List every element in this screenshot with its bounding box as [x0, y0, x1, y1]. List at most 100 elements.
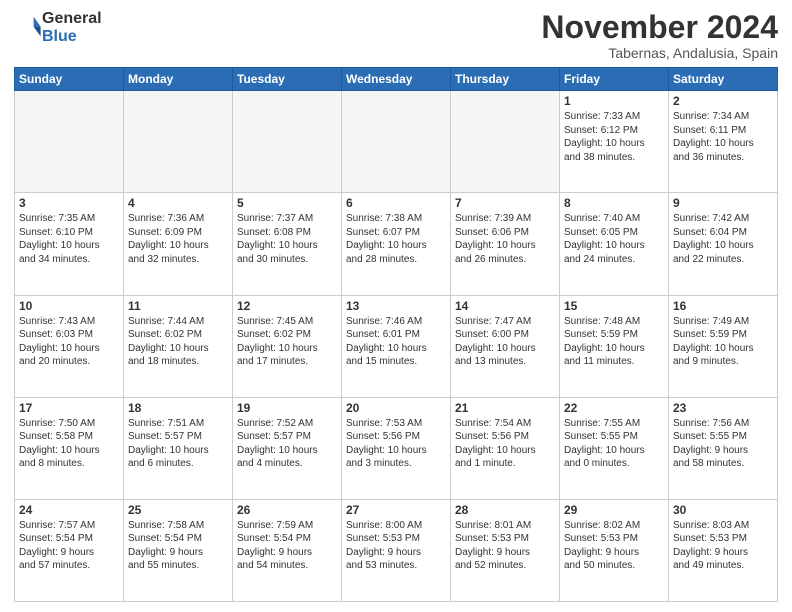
- calendar-cell: 24 Sunrise: 7:57 AM Sunset: 5:54 PM Dayli…: [15, 499, 124, 601]
- calendar-cell: 8Sunrise: 7:40 AM Sunset: 6:05 PM Daylig…: [560, 193, 669, 295]
- day-number: 26: [237, 503, 337, 517]
- calendar-cell: 23Sunrise: 7:56 AM Sunset: 5:55 PM Dayli…: [669, 397, 778, 499]
- day-number: 10: [19, 299, 119, 313]
- day-info: Sunrise: 7:43 AM Sunset: 6:03 PM Dayligh…: [19, 315, 119, 369]
- day-info: Sunrise: 7:44 AM Sunset: 6:02 PM Dayligh…: [128, 315, 228, 369]
- day-number: 13: [346, 299, 446, 313]
- day-info: Sunrise: 7:36 AM Sunset: 6:09 PM Dayligh…: [128, 212, 228, 266]
- day-number: 22: [564, 401, 664, 415]
- day-number: 19: [237, 401, 337, 415]
- day-info: Sunrise: 7:49 AM Sunset: 5:59 PM Dayligh…: [673, 315, 773, 369]
- calendar-cell: 29Sunrise: 8:02 AM Sunset: 5:53 PM Dayli…: [560, 499, 669, 601]
- week-row-1: 3 Sunrise: 7:35 AM Sunset: 6:10 PM Daylig…: [15, 193, 778, 295]
- day-info: Sunrise: 8:01 AM Sunset: 5:53 PM Dayligh…: [455, 519, 555, 573]
- day-info: Sunrise: 7:35 AM Sunset: 6:10 PM Dayligh…: [19, 212, 119, 266]
- calendar-cell: 4 Sunrise: 7:36 AM Sunset: 6:09 PM Daylig…: [124, 193, 233, 295]
- weekday-header-tuesday: Tuesday: [233, 68, 342, 91]
- day-info: Sunrise: 7:57 AM Sunset: 5:54 PM Dayligh…: [19, 519, 119, 573]
- calendar-cell: [342, 91, 451, 193]
- day-info: Sunrise: 7:45 AM Sunset: 6:02 PM Dayligh…: [237, 315, 337, 369]
- location: Tabernas, Andalusia, Spain: [541, 45, 778, 61]
- calendar-cell: 22Sunrise: 7:55 AM Sunset: 5:55 PM Dayli…: [560, 397, 669, 499]
- day-number: 20: [346, 401, 446, 415]
- calendar-cell: 20 Sunrise: 7:53 AM Sunset: 5:56 PM Dayli…: [342, 397, 451, 499]
- calendar-cell: 14Sunrise: 7:47 AM Sunset: 6:00 PM Dayli…: [451, 295, 560, 397]
- day-number: 4: [128, 196, 228, 210]
- day-info: Sunrise: 8:03 AM Sunset: 5:53 PM Dayligh…: [673, 519, 773, 573]
- calendar-cell: 5Sunrise: 7:37 AM Sunset: 6:08 PM Daylig…: [233, 193, 342, 295]
- day-number: 28: [455, 503, 555, 517]
- day-info: Sunrise: 7:53 AM Sunset: 5:56 PM Dayligh…: [346, 417, 446, 471]
- calendar-cell: 19 Sunrise: 7:52 AM Sunset: 5:57 PM Dayli…: [233, 397, 342, 499]
- calendar-cell: 17 Sunrise: 7:50 AM Sunset: 5:58 PM Dayli…: [15, 397, 124, 499]
- day-info: Sunrise: 7:38 AM Sunset: 6:07 PM Dayligh…: [346, 212, 446, 266]
- day-info: Sunrise: 7:59 AM Sunset: 5:54 PM Dayligh…: [237, 519, 337, 573]
- calendar-cell: [124, 91, 233, 193]
- week-row-3: 17 Sunrise: 7:50 AM Sunset: 5:58 PM Dayli…: [15, 397, 778, 499]
- day-number: 17: [19, 401, 119, 415]
- page: General Blue November 2024 Tabernas, And…: [0, 0, 792, 612]
- day-info: Sunrise: 7:54 AM Sunset: 5:56 PM Dayligh…: [455, 417, 555, 471]
- day-number: 25: [128, 503, 228, 517]
- calendar-table: SundayMondayTuesdayWednesdayThursdayFrid…: [14, 67, 778, 602]
- calendar-cell: [451, 91, 560, 193]
- calendar-cell: 3 Sunrise: 7:35 AM Sunset: 6:10 PM Daylig…: [15, 193, 124, 295]
- day-number: 12: [237, 299, 337, 313]
- header: General Blue November 2024 Tabernas, And…: [14, 10, 778, 61]
- day-number: 27: [346, 503, 446, 517]
- day-info: Sunrise: 7:39 AM Sunset: 6:06 PM Dayligh…: [455, 212, 555, 266]
- day-info: Sunrise: 7:51 AM Sunset: 5:57 PM Dayligh…: [128, 417, 228, 471]
- day-number: 5: [237, 196, 337, 210]
- day-info: Sunrise: 8:02 AM Sunset: 5:53 PM Dayligh…: [564, 519, 664, 573]
- calendar-cell: 25 Sunrise: 7:58 AM Sunset: 5:54 PM Dayli…: [124, 499, 233, 601]
- calendar-cell: [233, 91, 342, 193]
- day-info: Sunrise: 7:48 AM Sunset: 5:59 PM Dayligh…: [564, 315, 664, 369]
- calendar-cell: 27 Sunrise: 8:00 AM Sunset: 5:53 PM Dayli…: [342, 499, 451, 601]
- day-number: 8: [564, 196, 664, 210]
- day-info: Sunrise: 7:47 AM Sunset: 6:00 PM Dayligh…: [455, 315, 555, 369]
- calendar-cell: [15, 91, 124, 193]
- day-number: 24: [19, 503, 119, 517]
- day-info: Sunrise: 7:56 AM Sunset: 5:55 PM Dayligh…: [673, 417, 773, 471]
- calendar-cell: 10 Sunrise: 7:43 AM Sunset: 6:03 PM Dayli…: [15, 295, 124, 397]
- calendar-cell: 7 Sunrise: 7:39 AM Sunset: 6:06 PM Daylig…: [451, 193, 560, 295]
- calendar-cell: 28 Sunrise: 8:01 AM Sunset: 5:53 PM Dayli…: [451, 499, 560, 601]
- calendar-cell: 30 Sunrise: 8:03 AM Sunset: 5:53 PM Dayli…: [669, 499, 778, 601]
- day-info: Sunrise: 7:34 AM Sunset: 6:11 PM Dayligh…: [673, 110, 773, 164]
- calendar-cell: 1Sunrise: 7:33 AM Sunset: 6:12 PM Daylig…: [560, 91, 669, 193]
- calendar-cell: 16Sunrise: 7:49 AM Sunset: 5:59 PM Dayli…: [669, 295, 778, 397]
- calendar-cell: 15Sunrise: 7:48 AM Sunset: 5:59 PM Dayli…: [560, 295, 669, 397]
- day-info: Sunrise: 7:58 AM Sunset: 5:54 PM Dayligh…: [128, 519, 228, 573]
- day-number: 11: [128, 299, 228, 313]
- day-info: Sunrise: 7:46 AM Sunset: 6:01 PM Dayligh…: [346, 315, 446, 369]
- day-number: 2: [673, 94, 773, 108]
- day-number: 9: [673, 196, 773, 210]
- day-number: 18: [128, 401, 228, 415]
- weekday-header-saturday: Saturday: [669, 68, 778, 91]
- calendar-cell: 13 Sunrise: 7:46 AM Sunset: 6:01 PM Dayli…: [342, 295, 451, 397]
- calendar-cell: 21Sunrise: 7:54 AM Sunset: 5:56 PM Dayli…: [451, 397, 560, 499]
- title-block: November 2024 Tabernas, Andalusia, Spain: [541, 10, 778, 61]
- day-number: 7: [455, 196, 555, 210]
- day-info: Sunrise: 8:00 AM Sunset: 5:53 PM Dayligh…: [346, 519, 446, 573]
- week-row-2: 10 Sunrise: 7:43 AM Sunset: 6:03 PM Dayli…: [15, 295, 778, 397]
- logo-icon: [14, 14, 42, 42]
- weekday-header-friday: Friday: [560, 68, 669, 91]
- weekday-header-monday: Monday: [124, 68, 233, 91]
- day-info: Sunrise: 7:42 AM Sunset: 6:04 PM Dayligh…: [673, 212, 773, 266]
- day-info: Sunrise: 7:52 AM Sunset: 5:57 PM Dayligh…: [237, 417, 337, 471]
- logo: General Blue: [14, 10, 102, 45]
- calendar-cell: 11 Sunrise: 7:44 AM Sunset: 6:02 PM Dayli…: [124, 295, 233, 397]
- calendar-cell: 12 Sunrise: 7:45 AM Sunset: 6:02 PM Dayli…: [233, 295, 342, 397]
- day-number: 30: [673, 503, 773, 517]
- calendar-cell: 18 Sunrise: 7:51 AM Sunset: 5:57 PM Dayli…: [124, 397, 233, 499]
- calendar-cell: 2 Sunrise: 7:34 AM Sunset: 6:11 PM Daylig…: [669, 91, 778, 193]
- day-info: Sunrise: 7:50 AM Sunset: 5:58 PM Dayligh…: [19, 417, 119, 471]
- week-row-4: 24 Sunrise: 7:57 AM Sunset: 5:54 PM Dayli…: [15, 499, 778, 601]
- day-number: 3: [19, 196, 119, 210]
- week-row-0: 1Sunrise: 7:33 AM Sunset: 6:12 PM Daylig…: [15, 91, 778, 193]
- calendar-cell: 9 Sunrise: 7:42 AM Sunset: 6:04 PM Daylig…: [669, 193, 778, 295]
- weekday-header-thursday: Thursday: [451, 68, 560, 91]
- calendar-cell: 26 Sunrise: 7:59 AM Sunset: 5:54 PM Dayli…: [233, 499, 342, 601]
- weekday-header-wednesday: Wednesday: [342, 68, 451, 91]
